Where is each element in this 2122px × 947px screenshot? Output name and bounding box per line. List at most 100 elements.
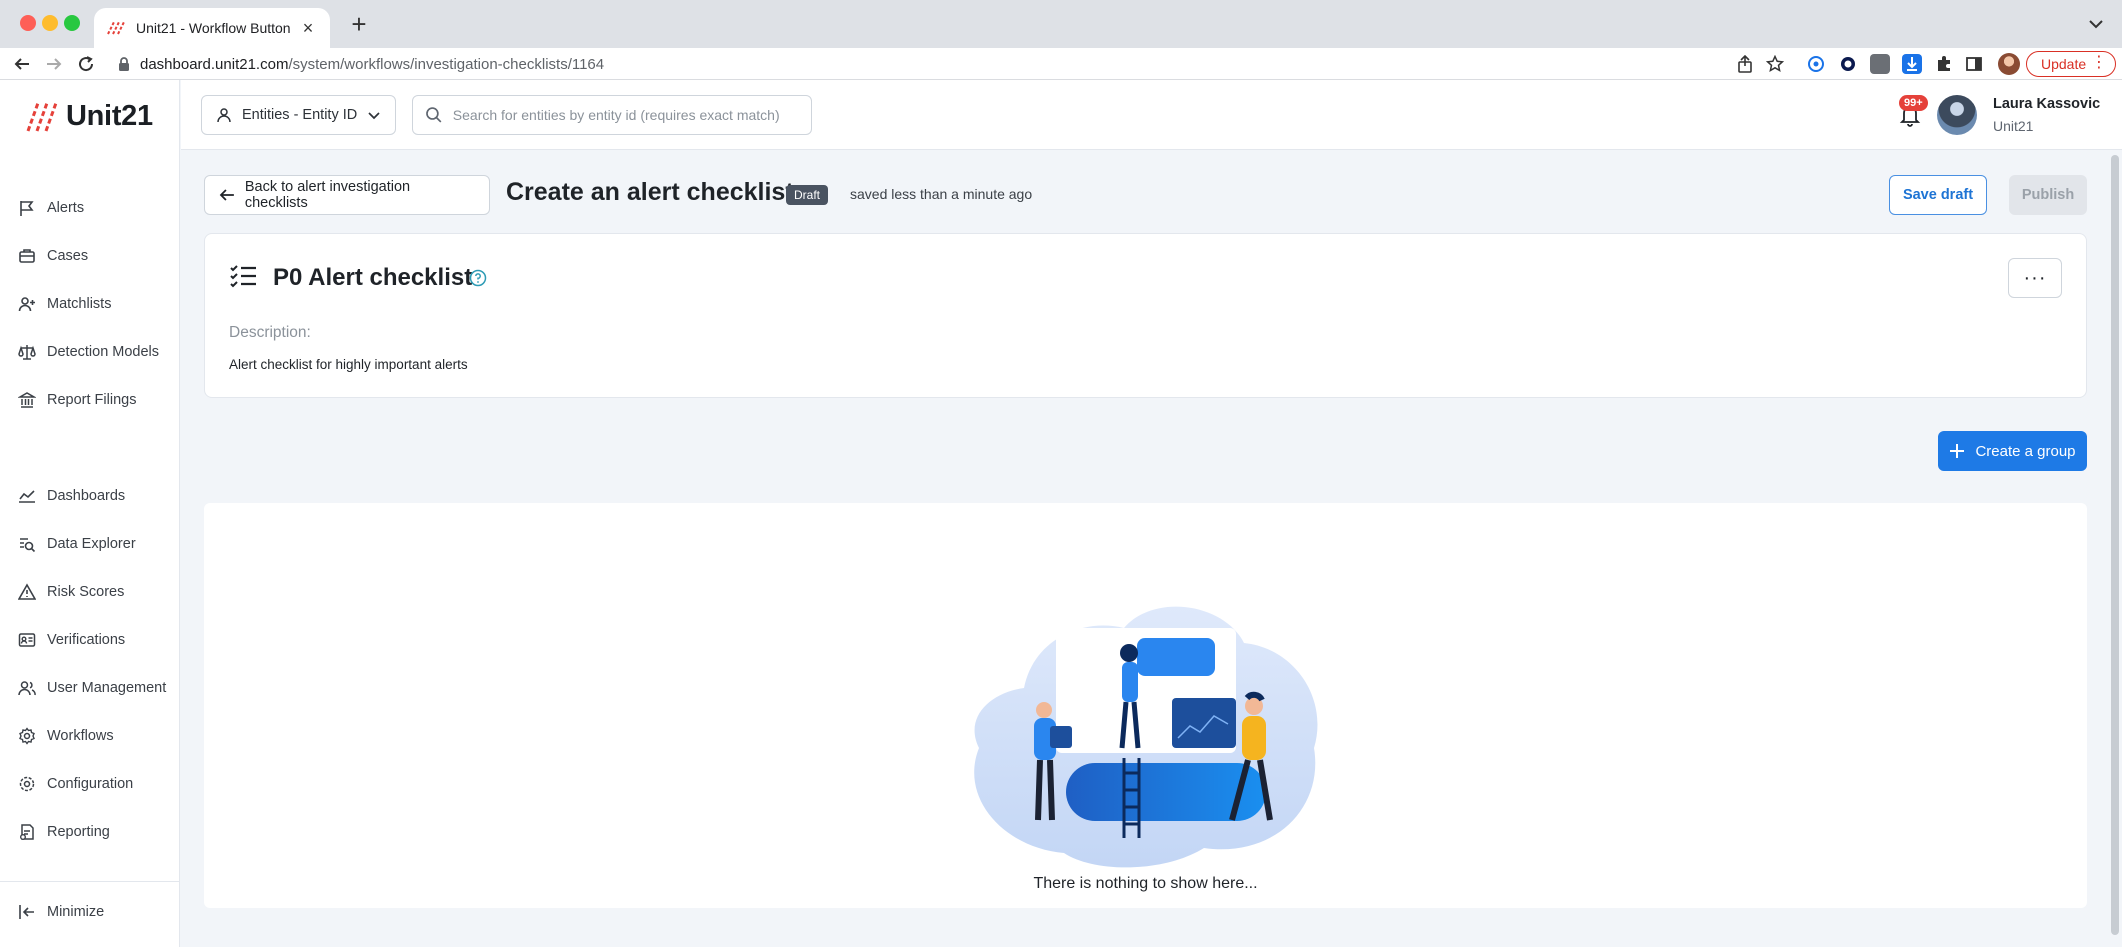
maximize-window-button[interactable]: [64, 15, 80, 31]
scale-icon: [18, 345, 36, 360]
groups-empty-state: There is nothing to show here...: [204, 503, 2087, 908]
sidebar-item-reporting[interactable]: Reporting: [18, 818, 110, 846]
search-doc-icon: [20, 538, 36, 553]
sidebar-divider: [0, 881, 179, 882]
sidebar-item-label: Cases: [47, 248, 89, 264]
gear-icon: [19, 776, 35, 792]
user-name[interactable]: Laura Kassovic: [1993, 96, 2100, 112]
sidebar-item-report-filings[interactable]: Report Filings: [18, 386, 136, 414]
chevron-down-icon: [368, 112, 380, 120]
sidebar-item-label: Matchlists: [47, 296, 112, 312]
sidebar-item-detection-models[interactable]: Detection Models: [18, 338, 159, 366]
flag-icon: [20, 201, 34, 216]
notification-badge: 99+: [1899, 95, 1928, 111]
warning-icon: [18, 583, 36, 600]
logo-text: Unit21: [66, 100, 153, 132]
user-avatar[interactable]: [1937, 95, 1977, 135]
browser-tab-bar: Unit21 - Workflow Button × +: [0, 0, 2122, 48]
sidebar-item-label: Configuration: [47, 776, 134, 792]
sidebar-item-risk-scores[interactable]: Risk Scores: [18, 578, 124, 606]
sidebar-item-matchlists[interactable]: Matchlists: [18, 290, 111, 318]
sidebar-item-dashboards[interactable]: Dashboards: [18, 482, 125, 510]
share-icon[interactable]: [1736, 55, 1754, 73]
sidebar-item-user-management[interactable]: User Management: [18, 674, 166, 702]
save-draft-button[interactable]: Save draft: [1889, 175, 1987, 215]
empty-state-illustration: [974, 606, 1318, 868]
checklist-details-card: P0 Alert checklist ··· Description: Aler…: [204, 233, 2087, 398]
close-tab-icon[interactable]: ×: [298, 18, 318, 39]
tab-title: Unit21 - Workflow Button: [136, 20, 291, 36]
minimize-window-button[interactable]: [42, 15, 58, 31]
browser-update-button[interactable]: Update ⋮: [2026, 51, 2116, 77]
lock-icon: [119, 57, 129, 71]
reload-icon[interactable]: [74, 52, 98, 76]
back-to-checklists-button[interactable]: Back to alert investigation checklists: [204, 175, 490, 215]
sidebar-item-configuration[interactable]: Configuration: [18, 770, 133, 798]
empty-state-text: There is nothing to show here...: [1033, 875, 1258, 892]
sidebar-item-label: Detection Models: [47, 344, 160, 360]
entity-select-value: Entities - Entity ID: [242, 107, 358, 123]
user-icon: [217, 108, 231, 123]
unit21-logo[interactable]: Unit21: [26, 100, 153, 133]
line-chart-icon: [19, 490, 35, 503]
sidebar-item-workflows[interactable]: Workflows: [18, 722, 114, 750]
sidebar-item-label: Workflows: [47, 728, 114, 744]
search-icon: [426, 107, 442, 123]
report-icon: [20, 824, 34, 840]
sidebar-item-label: Verifications: [47, 632, 126, 648]
create-group-button[interactable]: Create a group: [1938, 431, 2087, 471]
new-tab-button[interactable]: +: [344, 10, 374, 40]
users-icon: [18, 681, 36, 696]
sidebar-item-cases[interactable]: Cases: [18, 242, 88, 270]
extension-download-icon[interactable]: [1902, 54, 1922, 74]
extension-lock-icon[interactable]: [1870, 54, 1890, 74]
sidebar-item-label: Dashboards: [47, 488, 126, 504]
status-badge: Draft: [786, 185, 829, 205]
app-header: Entities - Entity ID 99+ Laura Kassovic …: [181, 80, 2122, 150]
browser-tab[interactable]: Unit21 - Workflow Button ×: [94, 8, 330, 48]
saved-status-text: saved less than a minute ago: [850, 186, 1033, 202]
sidebar-item-verifications[interactable]: Verifications: [18, 626, 125, 654]
address-bar[interactable]: dashboard.unit21.com/system/workflows/in…: [108, 51, 1788, 77]
publish-button[interactable]: Publish: [2009, 175, 2087, 215]
extensions-puzzle-icon[interactable]: [1934, 54, 1954, 74]
more-options-button[interactable]: ···: [2008, 258, 2062, 298]
unit21-logo-icon: [26, 101, 58, 132]
sidebar-item-label: User Management: [47, 680, 167, 696]
create-group-label: Create a group: [1975, 442, 2076, 460]
back-button-label: Back to alert investigation checklists: [244, 179, 411, 211]
browser-toolbar: dashboard.unit21.com/system/workflows/in…: [0, 48, 2122, 80]
entity-search[interactable]: [412, 95, 812, 135]
gear-icon: [19, 727, 35, 745]
search-input[interactable]: [452, 107, 799, 123]
sidebar-item-data-explorer[interactable]: Data Explorer: [18, 530, 136, 558]
browser-profile-avatar[interactable]: [1998, 53, 2020, 75]
page-title: Create an alert checklist: [506, 178, 794, 206]
sidebar-item-label: Report Filings: [47, 392, 137, 408]
forward-arrow-icon[interactable]: [42, 52, 66, 76]
bank-icon: [18, 392, 36, 408]
entity-type-select[interactable]: Entities - Entity ID: [201, 95, 396, 135]
side-panel-icon[interactable]: [1964, 54, 1984, 74]
tab-search-icon[interactable]: [2084, 12, 2108, 36]
collapse-left-icon: [19, 905, 34, 919]
sidebar-item-alerts[interactable]: Alerts: [18, 194, 84, 222]
back-arrow-icon[interactable]: [10, 52, 34, 76]
sidebar-item-label: Data Explorer: [47, 536, 136, 552]
help-circle-icon[interactable]: [469, 269, 487, 287]
sidebar-item-label: Risk Scores: [47, 584, 125, 600]
scrollbar-thumb[interactable]: [2111, 155, 2119, 935]
extension-translate-icon[interactable]: [1806, 54, 1826, 74]
user-organization: Unit21: [1993, 118, 2034, 134]
bookmark-star-icon[interactable]: [1766, 55, 1784, 73]
main-scrollbar[interactable]: [2108, 151, 2122, 947]
description-text: Alert checklist for highly important ale…: [229, 357, 468, 372]
sidebar-item-label: Alerts: [47, 200, 85, 216]
sidebar-minimize-button[interactable]: Minimize: [18, 898, 104, 926]
arrow-left-icon: [219, 189, 234, 201]
sidebar-minimize-label: Minimize: [47, 904, 105, 920]
user-plus-icon: [18, 297, 35, 312]
checklist-icon: [230, 265, 256, 288]
close-window-button[interactable]: [20, 15, 36, 31]
extension-circle-icon[interactable]: [1838, 54, 1858, 74]
